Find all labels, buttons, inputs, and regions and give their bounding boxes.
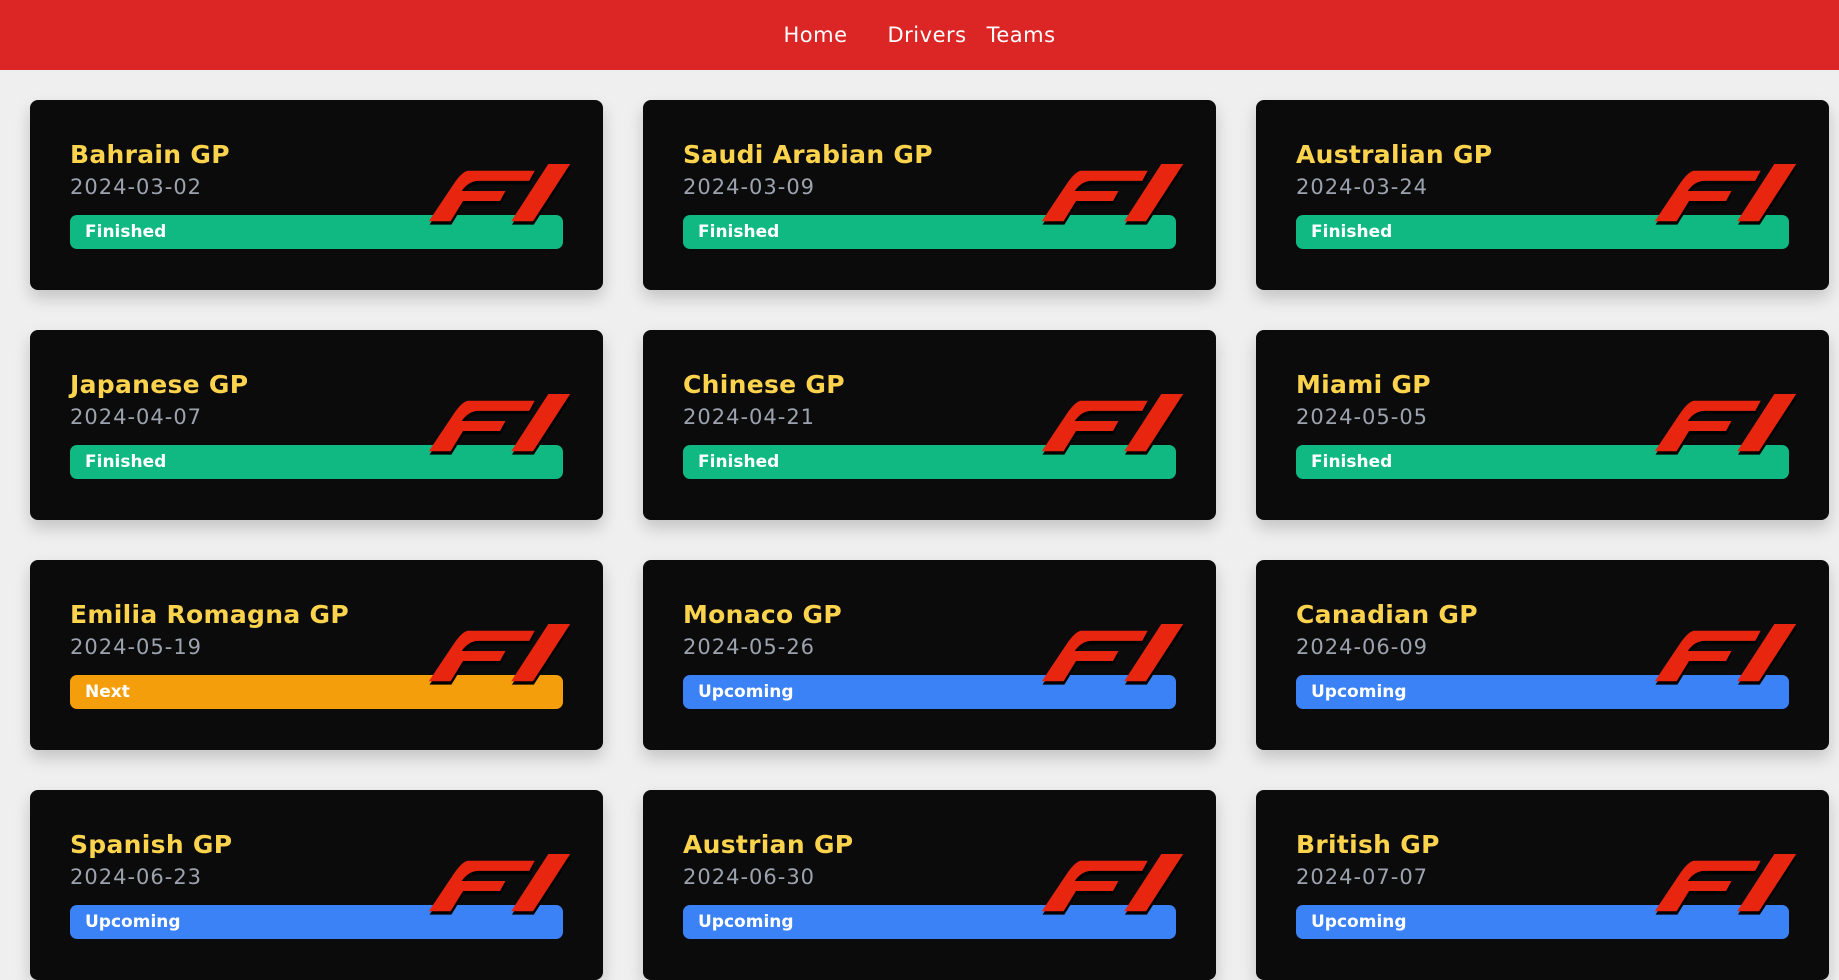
status-label: Finished (698, 452, 780, 472)
status-label: Finished (1311, 452, 1393, 472)
nav-link-drivers[interactable]: Drivers (888, 23, 967, 47)
race-title: Spanish GP (70, 830, 233, 859)
race-card[interactable]: Canadian GP 2024-06-09 Upcoming (1256, 560, 1829, 750)
race-date: 2024-05-19 (70, 635, 203, 659)
race-date: 2024-03-09 (683, 175, 816, 199)
race-date: 2024-06-30 (683, 865, 816, 889)
race-date: 2024-04-07 (70, 405, 203, 429)
race-title: Japanese GP (70, 370, 249, 399)
race-card[interactable]: Saudi Arabian GP 2024-03-09 Finished (643, 100, 1216, 290)
race-date: 2024-05-05 (1296, 405, 1429, 429)
f1-logo-icon (428, 624, 571, 685)
top-navbar: Home Drivers Teams (0, 0, 1839, 70)
f1-logo-icon (428, 394, 571, 455)
nav-link-home[interactable]: Home (783, 23, 847, 47)
f1-logo-icon (1041, 624, 1184, 685)
race-card[interactable]: Emilia Romagna GP 2024-05-19 Next (30, 560, 603, 750)
race-grid: Bahrain GP 2024-03-02 Finished Saudi Arabi… (30, 100, 1829, 980)
race-title: Miami GP (1296, 370, 1431, 399)
status-label: Upcoming (1311, 682, 1407, 702)
race-title: Bahrain GP (70, 140, 230, 169)
race-title: Monaco GP (683, 600, 842, 629)
race-date: 2024-04-21 (683, 405, 816, 429)
status-label: Upcoming (1311, 912, 1407, 932)
race-date: 2024-05-26 (683, 635, 816, 659)
status-label: Finished (1311, 222, 1393, 242)
f1-logo-icon (1041, 394, 1184, 455)
nav-link-teams[interactable]: Teams (987, 23, 1056, 47)
race-card[interactable]: Australian GP 2024-03-24 Finished (1256, 100, 1829, 290)
race-card[interactable]: Chinese GP 2024-04-21 Finished (643, 330, 1216, 520)
status-label: Finished (698, 222, 780, 242)
race-card[interactable]: Japanese GP 2024-04-07 Finished (30, 330, 603, 520)
f1-logo-icon (1654, 854, 1797, 915)
status-label: Next (85, 682, 130, 702)
status-label: Upcoming (698, 682, 794, 702)
race-title: Saudi Arabian GP (683, 140, 933, 169)
race-card[interactable]: British GP 2024-07-07 Upcoming (1256, 790, 1829, 980)
status-label: Finished (85, 222, 167, 242)
race-date: 2024-06-09 (1296, 635, 1429, 659)
f1-logo-icon (1041, 164, 1184, 225)
status-label: Finished (85, 452, 167, 472)
status-label: Upcoming (698, 912, 794, 932)
race-card[interactable]: Monaco GP 2024-05-26 Upcoming (643, 560, 1216, 750)
race-date: 2024-03-02 (70, 175, 203, 199)
race-title: Emilia Romagna GP (70, 600, 349, 629)
race-title: British GP (1296, 830, 1440, 859)
race-date: 2024-03-24 (1296, 175, 1429, 199)
status-label: Upcoming (85, 912, 181, 932)
race-card[interactable]: Bahrain GP 2024-03-02 Finished (30, 100, 603, 290)
race-date: 2024-06-23 (70, 865, 203, 889)
race-card[interactable]: Spanish GP 2024-06-23 Upcoming (30, 790, 603, 980)
f1-logo-icon (428, 854, 571, 915)
race-card[interactable]: Austrian GP 2024-06-30 Upcoming (643, 790, 1216, 980)
race-title: Austrian GP (683, 830, 854, 859)
race-title: Australian GP (1296, 140, 1493, 169)
f1-logo-icon (1654, 624, 1797, 685)
f1-logo-icon (1654, 164, 1797, 225)
race-title: Chinese GP (683, 370, 845, 399)
f1-logo-icon (1041, 854, 1184, 915)
race-title: Canadian GP (1296, 600, 1478, 629)
f1-logo-icon (428, 164, 571, 225)
race-card[interactable]: Miami GP 2024-05-05 Finished (1256, 330, 1829, 520)
race-date: 2024-07-07 (1296, 865, 1429, 889)
f1-logo-icon (1654, 394, 1797, 455)
